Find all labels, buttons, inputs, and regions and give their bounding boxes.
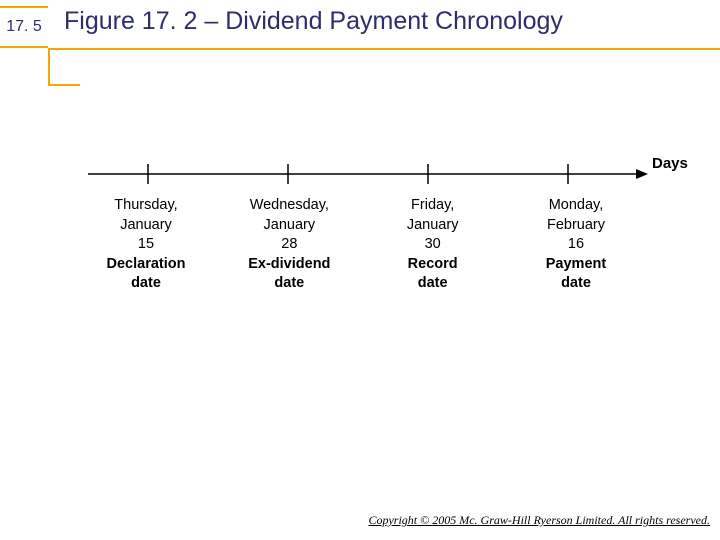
event-declaration: Thursday, January 15 Declaration date — [76, 196, 216, 294]
section-badge: 17. 5 — [0, 6, 48, 48]
slide: 17. 5 Figure 17. 2 – Dividend Payment Ch… — [0, 0, 720, 540]
event-month: January — [219, 216, 359, 236]
decor-hline — [48, 84, 80, 86]
event-label-line1: Record — [363, 255, 503, 275]
event-label-line1: Ex-dividend — [219, 255, 359, 275]
timeline — [88, 160, 648, 190]
event-month: January — [76, 216, 216, 236]
event-weekday: Thursday, — [76, 196, 216, 216]
axis-label: Days — [652, 155, 688, 172]
slide-title: Figure 17. 2 – Dividend Payment Chronolo… — [64, 6, 563, 36]
event-record: Friday, January 30 Record date — [363, 196, 503, 294]
copyright-notice: Copyright © 2005 Mc. Graw-Hill Ryerson L… — [368, 513, 710, 528]
event-label-line2: date — [506, 274, 646, 294]
event-weekday: Friday, — [363, 196, 503, 216]
events-row: Thursday, January 15 Declaration date We… — [76, 196, 646, 294]
event-label-line1: Declaration — [76, 255, 216, 275]
event-label-line2: date — [219, 274, 359, 294]
event-daynum: 30 — [363, 235, 503, 255]
event-label-line1: Payment — [506, 255, 646, 275]
event-payment: Monday, February 16 Payment date — [506, 196, 646, 294]
event-label-line2: date — [363, 274, 503, 294]
timeline-axis — [88, 160, 648, 190]
event-label-line2: date — [76, 274, 216, 294]
event-weekday: Monday, — [506, 196, 646, 216]
event-exdividend: Wednesday, January 28 Ex-dividend date — [219, 196, 359, 294]
event-month: February — [506, 216, 646, 236]
copyright-text: Copyright © 2005 Mc. Graw-Hill Ryerson L… — [368, 513, 710, 527]
event-weekday: Wednesday, — [219, 196, 359, 216]
decor-vline — [48, 48, 50, 84]
section-number: 17. 5 — [6, 18, 42, 36]
event-daynum: 15 — [76, 235, 216, 255]
decor-underline — [48, 48, 720, 50]
event-daynum: 28 — [219, 235, 359, 255]
event-daynum: 16 — [506, 235, 646, 255]
event-month: January — [363, 216, 503, 236]
